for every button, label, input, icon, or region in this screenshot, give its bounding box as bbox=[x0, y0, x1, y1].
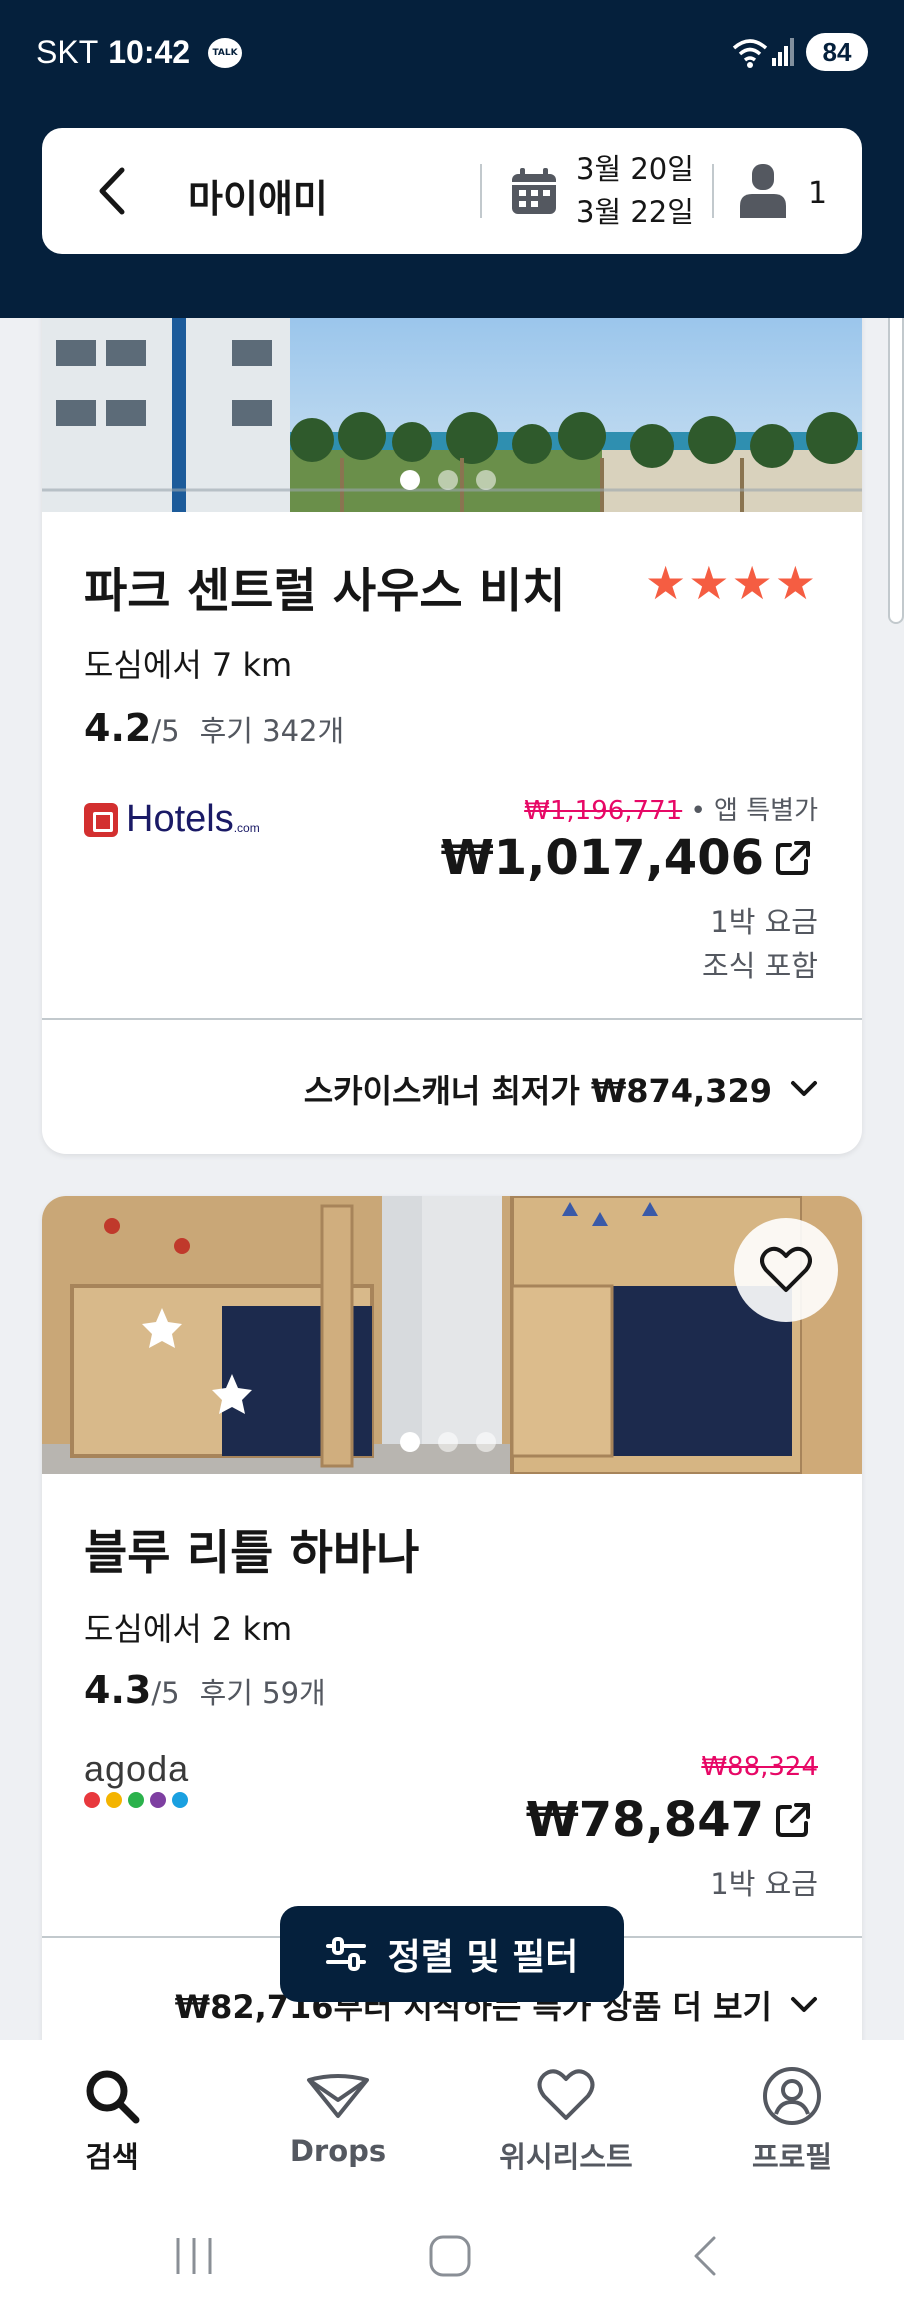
review-count: 후기 342개 bbox=[199, 714, 345, 748]
price-notes: 1박 요금 bbox=[710, 1862, 818, 1906]
review-score-max: /5 bbox=[151, 1676, 180, 1710]
carousel-dot[interactable] bbox=[476, 470, 496, 490]
nav-drops[interactable]: Drops bbox=[238, 2066, 438, 2168]
price-link[interactable]: ₩1,017,406 bbox=[441, 830, 812, 886]
nav-search[interactable]: 검색 bbox=[12, 2066, 212, 2176]
best-price-text: 스카이스캐너 최저가 ₩874,329 bbox=[303, 1072, 772, 1110]
price-notes: 1박 요금 조식 포함 bbox=[702, 900, 818, 988]
provider-logo-hotelscom: Hotels .com bbox=[84, 798, 260, 841]
wishlist-heart-button[interactable] bbox=[734, 1218, 838, 1322]
drops-icon bbox=[307, 2074, 369, 2118]
agoda-dots bbox=[84, 1792, 194, 1812]
destination-city[interactable]: 마이애미 bbox=[188, 168, 328, 223]
filter-sliders-icon bbox=[325, 1937, 366, 1971]
carousel-dots bbox=[400, 470, 514, 490]
external-link-icon bbox=[776, 841, 810, 875]
review-summary: 4.2/5 후기 342개 bbox=[84, 706, 344, 750]
review-summary: 4.3/5 후기 59개 bbox=[84, 1668, 326, 1712]
carousel-dot[interactable] bbox=[400, 470, 420, 490]
checkin-date: 3월 20일 bbox=[576, 152, 694, 186]
search-icon bbox=[86, 2070, 140, 2124]
hotel-name[interactable]: 블루 리틀 하바나 bbox=[84, 1514, 419, 1583]
best-price-expander[interactable]: 스카이스캐너 최저가 ₩874,329 bbox=[304, 1066, 818, 1112]
app-header: SKT 10:42 TALK 84 마이애미 3월 20일 3월 22일 1 bbox=[0, 0, 904, 318]
calendar-icon[interactable] bbox=[510, 168, 558, 216]
nav-profile-label: 프로필 bbox=[751, 2140, 833, 2174]
carousel-dots bbox=[400, 1432, 514, 1452]
provider-logo-agoda: agoda bbox=[84, 1748, 194, 1812]
profile-icon bbox=[763, 2067, 821, 2125]
chevron-down-icon bbox=[791, 1997, 817, 2012]
distance-from-center: 도심에서 2 km bbox=[84, 1610, 293, 1648]
back-arrow-icon[interactable] bbox=[92, 164, 132, 218]
provider-name: agoda bbox=[84, 1748, 190, 1789]
status-bar: SKT 10:42 TALK 84 bbox=[36, 30, 868, 80]
wifi-icon bbox=[732, 39, 768, 68]
review-score: 4.2 bbox=[84, 706, 152, 750]
carousel-dot[interactable] bbox=[438, 1432, 458, 1452]
strikethrough-price: ₩88,324 bbox=[701, 1752, 818, 1782]
signal-icon bbox=[772, 38, 794, 66]
person-icon[interactable] bbox=[740, 164, 786, 218]
clock: 10:42 bbox=[108, 34, 191, 70]
review-score-max: /5 bbox=[151, 714, 180, 748]
checkout-date: 3월 22일 bbox=[576, 195, 694, 229]
date-range[interactable]: 3월 20일 3월 22일 bbox=[576, 148, 694, 234]
hotel-name[interactable]: 파크 센트럴 사우스 비치 bbox=[84, 552, 566, 621]
bottom-navigation: 검색 Drops 위시리스트 프로필 bbox=[0, 2040, 904, 2220]
carrier-time: SKT 10:42 bbox=[36, 34, 190, 71]
per-night-label: 1박 요금 bbox=[710, 905, 818, 939]
heart-icon bbox=[760, 1246, 812, 1292]
current-price: ₩78,847 bbox=[525, 1792, 764, 1848]
system-navigation-bar bbox=[0, 2216, 904, 2316]
review-score: 4.3 bbox=[84, 1668, 152, 1712]
nav-search-label: 검색 bbox=[85, 2140, 139, 2174]
breakfast-included-label: 조식 포함 bbox=[702, 949, 818, 983]
provider-suffix: .com bbox=[233, 821, 260, 835]
current-price: ₩1,017,406 bbox=[440, 830, 764, 886]
external-link-icon bbox=[776, 1803, 810, 1837]
recent-apps-icon[interactable] bbox=[172, 2234, 216, 2278]
divider bbox=[42, 1018, 862, 1020]
provider-name: Hotels bbox=[126, 798, 234, 840]
divider bbox=[480, 164, 482, 218]
carousel-dot[interactable] bbox=[476, 1432, 496, 1452]
guest-count[interactable]: 1 bbox=[808, 176, 827, 211]
scrollbar[interactable] bbox=[888, 278, 904, 624]
search-summary-bar[interactable]: 마이애미 3월 20일 3월 22일 1 bbox=[42, 128, 862, 254]
carousel-dot[interactable] bbox=[438, 470, 458, 490]
app-deal-label: • 앱 특별가 bbox=[682, 796, 818, 826]
strikethrough-price: ₩1,196,771 bbox=[524, 796, 683, 826]
divider bbox=[712, 164, 714, 218]
original-price-row: ₩1,196,771 • 앱 특별가 bbox=[524, 790, 818, 827]
sort-filter-label: 정렬 및 필터 bbox=[387, 1937, 579, 1978]
nav-drops-label: Drops bbox=[289, 2134, 387, 2168]
nav-wishlist[interactable]: 위시리스트 bbox=[466, 2066, 666, 2176]
price-link[interactable]: ₩78,847 bbox=[526, 1792, 812, 1848]
sort-filter-button[interactable]: 정렬 및 필터 bbox=[280, 1906, 624, 2002]
home-icon[interactable] bbox=[428, 2234, 472, 2278]
star-rating: ★★★★ bbox=[645, 556, 818, 610]
distance-from-center: 도심에서 7 km bbox=[84, 646, 293, 684]
hotels-logo-icon bbox=[84, 802, 118, 837]
chevron-down-icon bbox=[791, 1081, 817, 1096]
heart-icon bbox=[537, 2069, 595, 2120]
battery-indicator: 84 bbox=[806, 33, 868, 71]
per-night-label: 1박 요금 bbox=[710, 1867, 818, 1901]
hotel-card[interactable]: 파크 센트럴 사우스 비치 ★★★★ 도심에서 7 km 4.2/5 후기 342… bbox=[42, 200, 862, 1154]
nav-wishlist-label: 위시리스트 bbox=[499, 2140, 633, 2174]
carousel-dot[interactable] bbox=[400, 1432, 420, 1452]
original-price-row: ₩88,324 bbox=[701, 1752, 818, 1782]
hotel-photo-carousel[interactable] bbox=[42, 1196, 862, 1474]
review-count: 후기 59개 bbox=[199, 1676, 326, 1710]
carrier-label: SKT bbox=[36, 34, 99, 70]
back-icon[interactable] bbox=[684, 2234, 728, 2278]
kakaotalk-icon: TALK bbox=[208, 38, 242, 68]
nav-profile[interactable]: 프로필 bbox=[692, 2066, 892, 2176]
